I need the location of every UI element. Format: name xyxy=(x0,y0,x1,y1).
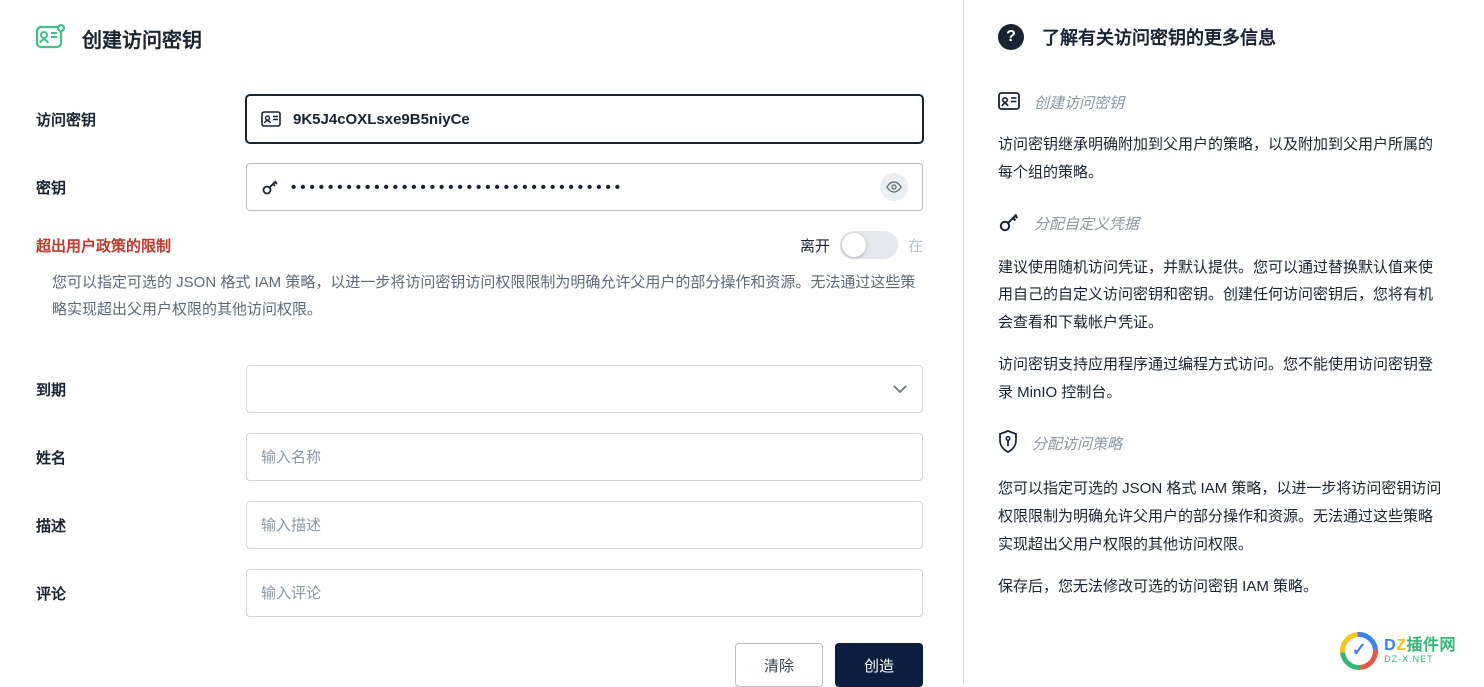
eye-icon xyxy=(886,181,902,193)
shield-icon xyxy=(998,430,1018,457)
watermark-badge-icon: ✓ xyxy=(1340,632,1378,670)
watermark-url: DZ-X.NET xyxy=(1384,655,1456,665)
comment-input[interactable] xyxy=(246,569,923,617)
access-key-input-wrap[interactable] xyxy=(246,95,923,143)
info-section-title: 分配访问策略 xyxy=(1032,433,1122,454)
key-icon xyxy=(998,211,1020,236)
name-input[interactable] xyxy=(246,433,923,481)
policy-restrict-description: 您可以指定可选的 JSON 格式 IAM 策略，以进一步将访问密钥访问权限限制为… xyxy=(36,269,923,323)
badge-icon xyxy=(998,92,1020,113)
toggle-visibility-button[interactable] xyxy=(880,173,908,201)
chevron-down-icon xyxy=(892,381,908,397)
info-title: 了解有关访问密钥的更多信息 xyxy=(1042,24,1276,50)
info-section-body: 访问密钥支持应用程序通过编程方式访问。您不能使用访问密钥登录 MinIO 控制台… xyxy=(998,351,1444,407)
expiry-label: 到期 xyxy=(36,379,246,400)
info-section-body: 访问密钥继承明确附加到父用户的策略，以及附加到父用户所属的每个组的策略。 xyxy=(998,131,1444,187)
page-title: 创建访问密钥 xyxy=(82,24,202,53)
access-key-icon xyxy=(36,24,66,53)
expiry-select[interactable] xyxy=(246,365,923,413)
info-section-title: 分配自定义凭据 xyxy=(1034,213,1139,234)
secret-key-input[interactable] xyxy=(291,179,868,196)
access-key-label: 访问密钥 xyxy=(36,109,246,130)
info-header: ? 了解有关访问密钥的更多信息 xyxy=(998,24,1444,50)
description-label: 描述 xyxy=(36,515,246,536)
question-icon: ? xyxy=(998,24,1024,50)
name-label: 姓名 xyxy=(36,447,246,468)
info-section-body: 建议使用随机访问凭证，并默认提供。您可以通过替换默认值来使用自己的自定义访问密钥… xyxy=(998,254,1444,337)
page-header: 创建访问密钥 xyxy=(36,24,923,53)
clear-button[interactable]: 清除 xyxy=(735,643,823,687)
switch-off-label: 离开 xyxy=(800,235,830,256)
policy-restrict-title: 超出用户政策的限制 xyxy=(36,235,171,256)
policy-restrict-toggle[interactable] xyxy=(840,231,898,259)
access-key-input[interactable] xyxy=(293,111,908,128)
watermark-brand-suffix: 插件网 xyxy=(1406,637,1456,654)
secret-key-input-wrap[interactable] xyxy=(246,163,923,211)
secret-key-label: 密钥 xyxy=(36,177,246,198)
create-button[interactable]: 创造 xyxy=(835,643,923,687)
description-input[interactable] xyxy=(246,501,923,549)
info-section-title: 创建访问密钥 xyxy=(1034,92,1124,113)
watermark: ✓ DZ插件网 DZ-X.NET xyxy=(1340,632,1456,670)
info-section-body: 保存后，您无法修改可选的访问密钥 IAM 策略。 xyxy=(998,573,1444,601)
comment-label: 评论 xyxy=(36,583,246,604)
badge-icon xyxy=(261,111,281,127)
switch-on-label: 在 xyxy=(908,235,923,256)
info-section-body: 您可以指定可选的 JSON 格式 IAM 策略，以进一步将访问密钥访问权限限制为… xyxy=(998,475,1444,558)
key-icon xyxy=(261,178,279,196)
